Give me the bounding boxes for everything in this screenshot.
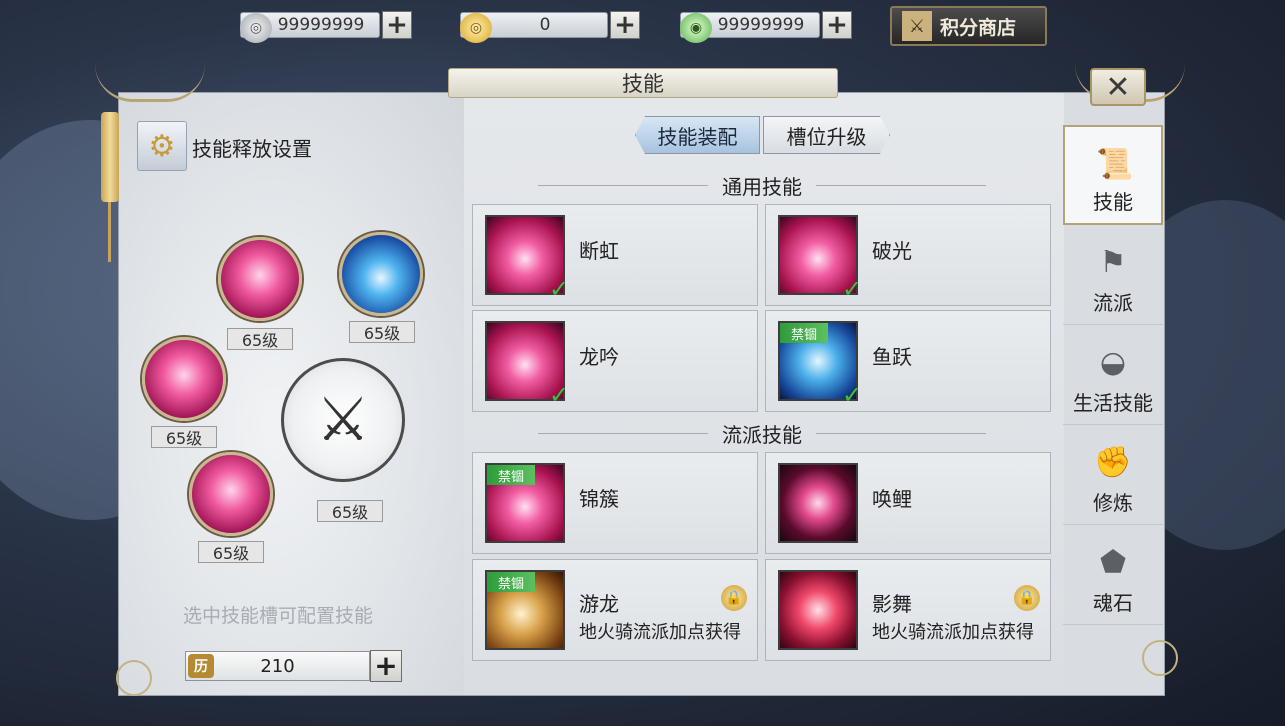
nav-cultivation[interactable]: ✊ 修炼 — [1063, 425, 1163, 525]
huanli-skill-icon — [778, 463, 858, 543]
nav-cultivation-label: 修炼 — [1093, 491, 1133, 515]
school-skills-heading: 流派技能 — [472, 421, 1052, 447]
window-title: 技能 — [448, 68, 838, 98]
skill-slot-1-level: 65级 — [227, 328, 293, 350]
unlock-requirement: 地火骑流派加点获得 — [579, 622, 741, 643]
lantern-ornament — [101, 102, 121, 267]
equipped-check-icon: ✓ — [842, 381, 863, 409]
lock-icon: 🔒 — [721, 585, 747, 611]
flag-icon: ⚑ — [1099, 244, 1127, 280]
skill-slot-4[interactable] — [189, 452, 273, 536]
poguang-skill-icon: ✓ — [778, 215, 862, 303]
skill-slot-3[interactable] — [142, 337, 226, 421]
skill-name: 锦簇 — [579, 487, 619, 511]
crossed-swords-icon: ⚔ — [316, 385, 370, 455]
skill-card-yuyue[interactable]: 禁锢 ✓ 鱼跃 — [765, 310, 1051, 412]
window-title-text: 技能 — [622, 72, 664, 96]
unlock-requirement: 地火骑流派加点获得 — [872, 622, 1034, 643]
stone-icon: ⬟ — [1099, 544, 1127, 580]
skill-points-value: 历 210 — [185, 651, 370, 681]
weapon-slot-level: 65级 — [317, 500, 383, 522]
skill-card-jincu[interactable]: 禁锢 锦簇 — [472, 452, 758, 554]
bowl-icon: ◒ — [1099, 344, 1127, 380]
silver-coin-icon: ◎ — [240, 13, 272, 43]
add-points-button[interactable]: + — [370, 650, 402, 682]
banned-badge: 禁锢 — [780, 323, 828, 343]
silver-currency: 99999999 ◎ + — [240, 9, 412, 43]
equipped-check-icon: ✓ — [549, 381, 570, 409]
banned-badge: 禁锢 — [487, 465, 535, 485]
game-screen: { "currency": { "silver": {"icon": "silv… — [0, 0, 1285, 726]
corner-ornament — [116, 660, 152, 696]
equipped-check-icon: ✓ — [842, 275, 863, 303]
tab-slot-upgrade[interactable]: 槽位升级 — [763, 116, 890, 154]
close-button[interactable]: ✕ — [1090, 68, 1146, 106]
banned-badge: 禁锢 — [487, 572, 535, 592]
skill-name: 断虹 — [579, 239, 619, 263]
skill-name: 鱼跃 — [872, 345, 912, 369]
nav-life-skills[interactable]: ◒ 生活技能 — [1063, 325, 1163, 425]
skill-name: 游龙 — [579, 592, 619, 616]
add-silver-button[interactable]: + — [382, 11, 412, 39]
shop-label: 积分商店 — [940, 16, 1017, 39]
youlong-skill-icon: 禁锢 — [485, 570, 565, 650]
nav-soul-stone-label: 魂石 — [1093, 591, 1133, 615]
jincu-skill-icon: 禁锢 — [485, 463, 565, 543]
gold-currency: 0 ◎ + — [460, 9, 640, 43]
skill-slot-3-level: 65级 — [151, 426, 217, 448]
skill-card-youlong[interactable]: 禁锢 游龙 地火骑流派加点获得 🔒 — [472, 559, 758, 661]
shop-icon: ⚔ — [902, 11, 932, 41]
longyin-skill-icon: ✓ — [485, 321, 569, 409]
skill-slot-1[interactable] — [218, 237, 302, 321]
skill-name: 龙吟 — [579, 345, 619, 369]
nav-school[interactable]: ⚑ 流派 — [1063, 225, 1163, 325]
experience-icon: 历 — [188, 654, 214, 678]
skill-points: 历 210 + — [185, 649, 405, 683]
yingwu-skill-icon — [778, 570, 858, 650]
yuyue-skill-icon: 禁锢 ✓ — [778, 321, 862, 409]
side-nav: 📜 技能 ⚑ 流派 ◒ 生活技能 ✊ 修炼 ⬟ 魂石 — [1063, 125, 1165, 625]
nav-skills-label: 技能 — [1093, 190, 1133, 214]
skill-name: 破光 — [872, 239, 912, 263]
skill-card-duanhong[interactable]: ✓ 断虹 — [472, 204, 758, 306]
nav-school-label: 流派 — [1093, 291, 1133, 315]
skill-card-huanli[interactable]: 唤鲤 — [765, 452, 1051, 554]
fist-icon: ✊ — [1094, 444, 1132, 480]
skill-card-longyin[interactable]: ✓ 龙吟 — [472, 310, 758, 412]
lock-icon: 🔒 — [1014, 585, 1040, 611]
points-shop-button[interactable]: ⚔ 积分商店 — [890, 6, 1047, 46]
nav-skills[interactable]: 📜 技能 — [1063, 125, 1163, 225]
skill-slot-2[interactable] — [339, 232, 423, 316]
gear-icon[interactable]: ⚙ — [137, 121, 187, 171]
equipped-check-icon: ✓ — [549, 275, 570, 303]
configure-hint: 选中技能槽可配置技能 — [183, 605, 374, 627]
weapon-skill-slot[interactable]: ⚔ — [281, 358, 405, 482]
add-ingot-button[interactable]: + — [822, 11, 852, 39]
skill-name: 影舞 — [872, 592, 912, 616]
skill-card-poguang[interactable]: ✓ 破光 — [765, 204, 1051, 306]
gold-coin-icon: ◎ — [460, 13, 492, 43]
ingot-currency: 99999999 ◉ + — [680, 9, 852, 43]
skill-name: 唤鲤 — [872, 487, 912, 511]
skill-card-yingwu[interactable]: 影舞 地火骑流派加点获得 🔒 — [765, 559, 1051, 661]
common-skills-heading: 通用技能 — [472, 173, 1052, 199]
add-gold-button[interactable]: + — [610, 11, 640, 39]
ingot-icon: ◉ — [680, 13, 712, 43]
skill-release-settings-label: 技能释放设置 — [192, 137, 312, 161]
corner-ornament — [1142, 640, 1178, 676]
duanhong-skill-icon: ✓ — [485, 215, 569, 303]
tab-skill-equip[interactable]: 技能装配 — [635, 116, 760, 154]
nav-soul-stone[interactable]: ⬟ 魂石 — [1063, 525, 1163, 625]
skill-slot-2-level: 65级 — [349, 321, 415, 343]
skill-points-amount: 210 — [260, 655, 295, 677]
skill-slot-4-level: 65级 — [198, 541, 264, 563]
nav-life-skills-label: 生活技能 — [1073, 391, 1153, 415]
scroll-icon: 📜 — [1096, 146, 1134, 182]
